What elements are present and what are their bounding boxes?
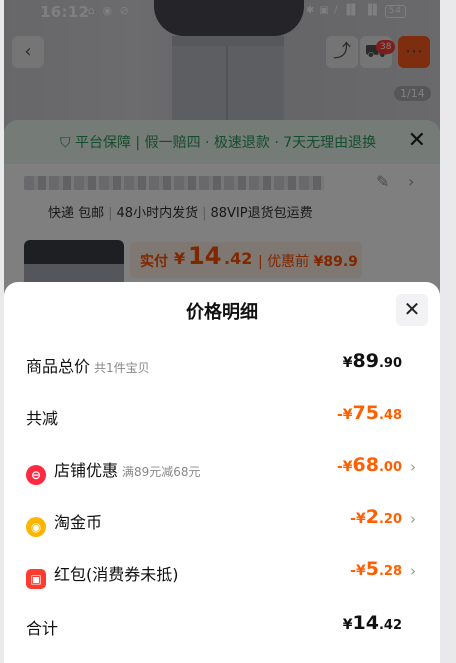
price-detail-sheet: 价格明细 ✕ 商品总价 共1件宝贝 ¥89.90 共减 -¥75.48 ⊖ 店铺优惠… <box>4 282 440 663</box>
row-label: 共减 <box>26 409 59 428</box>
row-label: 商品总价 <box>26 357 91 376</box>
row-label: 店铺优惠 <box>54 461 119 480</box>
row-sub: 满89元减68元 <box>122 465 201 479</box>
chevron-right-icon[interactable]: › <box>410 458 416 476</box>
red-packet-icon: ▣ <box>26 569 46 589</box>
row-amount: -¥2.20 <box>350 506 402 528</box>
close-icon[interactable]: ✕ <box>396 294 428 326</box>
row-store-discount[interactable]: ⊖ 店铺优惠 满89元减68元 -¥68.00 › <box>4 452 440 485</box>
row-total-discount: 共减 -¥75.48 <box>4 400 440 430</box>
row-amount: -¥68.00 <box>336 454 402 476</box>
store-coupon-icon: ⊖ <box>26 465 46 485</box>
chevron-right-icon[interactable]: › <box>410 510 416 528</box>
row-red-packet[interactable]: ▣ 红包(消费券未抵) -¥5.28 › <box>4 556 440 589</box>
sheet-title: 价格明细 <box>186 302 258 323</box>
chevron-right-icon[interactable]: › <box>410 562 416 580</box>
gold-coin-icon: ◉ <box>26 517 46 537</box>
row-label: 淘金币 <box>54 513 103 532</box>
row-label: 合计 <box>26 619 59 638</box>
row-amount: -¥5.28 <box>350 558 402 580</box>
row-sub: 共1件宝贝 <box>94 361 150 375</box>
row-amount: -¥75.48 <box>336 402 402 424</box>
row-amount: ¥89.90 <box>342 350 402 372</box>
row-total-goods: 商品总价 共1件宝贝 ¥89.90 <box>4 348 440 378</box>
row-taojinbi[interactable]: ◉ 淘金币 -¥2.20 › <box>4 504 440 537</box>
row-label: 红包(消费券未抵) <box>54 565 179 584</box>
row-amount: ¥14.42 <box>342 612 402 634</box>
row-grand-total: 合计 ¥14.42 <box>4 610 440 640</box>
